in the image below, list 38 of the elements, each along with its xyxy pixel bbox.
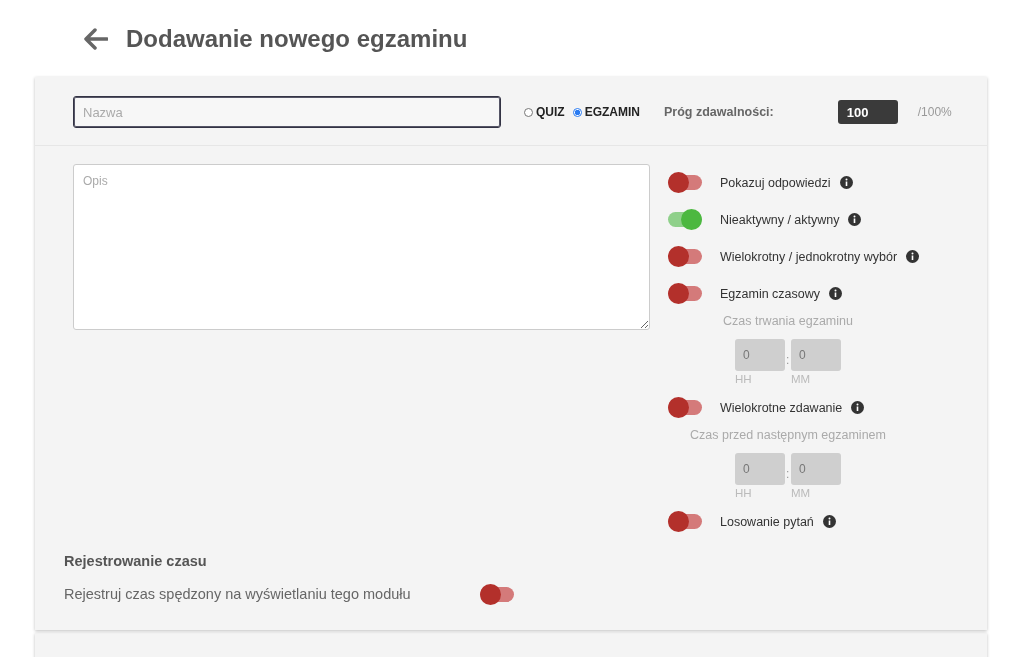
setting-label: Nieaktywny / aktywny (720, 212, 840, 227)
toggle-switch[interactable] (668, 400, 702, 415)
toggle-switch[interactable] (668, 286, 702, 301)
info-icon[interactable] (829, 287, 843, 300)
setting-label: Losowanie pytań (720, 514, 814, 529)
exam-type-radio[interactable]: QUIZ (524, 105, 565, 119)
toggle-switch[interactable] (668, 514, 702, 529)
info-icon[interactable] (822, 515, 836, 528)
info-icon[interactable] (848, 213, 862, 226)
info-icon[interactable] (906, 250, 920, 263)
duration-label: Czas trwania egzaminu (723, 314, 853, 328)
time-unit: HH (735, 373, 753, 385)
back-arrow-icon[interactable] (84, 27, 108, 50)
threshold-label: Próg zdawalności: (664, 105, 774, 119)
time-separator: : (786, 353, 790, 367)
time-unit: MM (791, 373, 812, 385)
toggle-switch[interactable] (668, 212, 702, 227)
time-unit: HH (735, 487, 753, 499)
toggle-switch[interactable] (480, 586, 514, 602)
toggle-switch[interactable] (668, 249, 702, 264)
threshold-suffix: /100% (917, 105, 952, 119)
info-icon[interactable] (851, 401, 865, 414)
setting-label: Wielokrotne zdawanie (720, 400, 843, 415)
page-title: Dodawanie nowego egzaminu (126, 24, 468, 53)
duration-label: Czas przed następnym egzaminem (690, 428, 886, 442)
exam-type-radio[interactable]: EGZAMIN (572, 105, 640, 119)
time-unit: MM (791, 487, 812, 499)
description-field[interactable]: Opis (73, 164, 650, 330)
setting-label: Egzamin czasowy (720, 286, 821, 301)
toggle-switch[interactable] (668, 175, 702, 190)
setting-label: Pokazuj odpowiedzi (720, 175, 831, 190)
info-icon[interactable] (839, 176, 853, 189)
threshold-field[interactable]: 100 (837, 100, 898, 124)
setting-label: Wielokrotny / jednokrotny wybór (720, 249, 898, 264)
time-separator: : (786, 467, 790, 481)
name-field[interactable]: Nazwa (73, 96, 501, 128)
section-heading: Rejestrowanie czasu (64, 553, 208, 569)
setting-label: Rejestruj czas spędzony na wyświetlaniu tego modułu (64, 586, 412, 602)
